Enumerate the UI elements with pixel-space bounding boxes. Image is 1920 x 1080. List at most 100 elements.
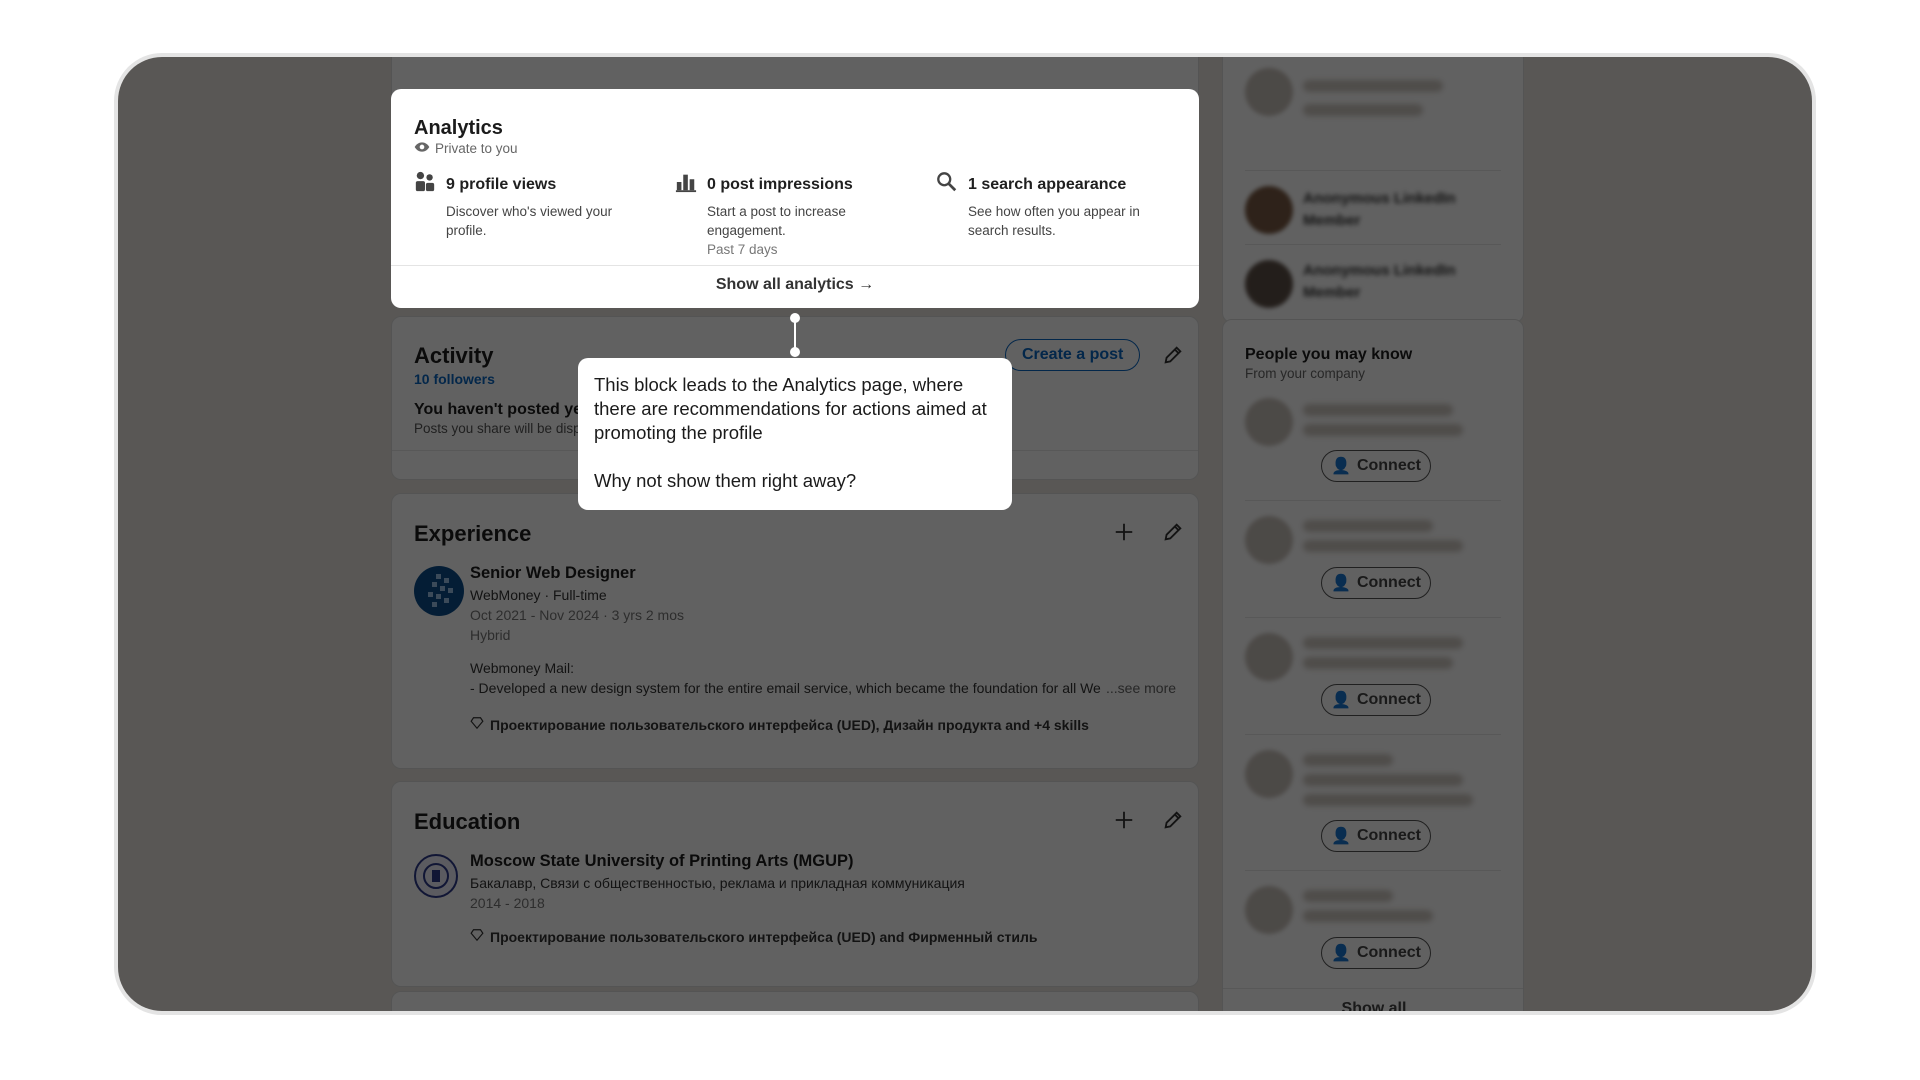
diamond-icon [470, 716, 484, 733]
screenshot-frame: Activity 10 followers Create a post You … [118, 57, 1812, 1011]
blurred-text [1303, 637, 1463, 649]
blurred-text [1303, 104, 1423, 116]
eye-icon [414, 141, 430, 156]
blurred-text [1303, 774, 1463, 786]
metric-meta: Past 7 days [707, 242, 778, 257]
experience-skills[interactable]: Проектирование пользовательского интерфе… [470, 716, 1089, 733]
edit-pencil-icon[interactable] [1157, 339, 1189, 371]
connect-button[interactable]: 👤 Connect [1321, 567, 1431, 599]
blurred-text [1303, 910, 1433, 922]
blurred-text [1303, 404, 1453, 416]
tooltip-connector [789, 312, 801, 358]
education-years: 2014 - 2018 [470, 895, 545, 911]
education-skills-text: Проектирование пользовательского интерфе… [490, 928, 1038, 945]
anon-member-name[interactable]: Anonymous LinkedIn Member [1303, 260, 1463, 304]
sidebar-divider [1245, 734, 1501, 735]
sidebar-divider [1223, 988, 1523, 989]
search-appearance-metric[interactable]: 1 search appearance See how often you ap… [936, 171, 1166, 240]
experience-desc-line: - Developed a new design system for the … [470, 680, 1101, 696]
add-person-icon: 👤 [1331, 692, 1351, 709]
webmoney-logo [414, 566, 464, 616]
education-card: Education Moscow State University of Pri… [391, 781, 1199, 987]
metric-desc: See how often you appear in search resul… [968, 204, 1140, 238]
experience-desc-title: Webmoney Mail: [470, 660, 575, 676]
blurred-text [1303, 754, 1393, 766]
anon-member-name[interactable]: Anonymous LinkedIn Member [1303, 188, 1463, 232]
blurred-text [1303, 540, 1463, 552]
blurred-text [1303, 657, 1453, 669]
sidebar-people-card: Anonymous LinkedIn Member Anonymous Link… [1222, 57, 1524, 323]
next-section-card [391, 991, 1199, 1011]
analytics-card: Analytics Private to you 9 profile views… [391, 89, 1199, 308]
experience-location: Hybrid [470, 627, 511, 643]
profile-views-metric[interactable]: 9 profile views Discover who's viewed yo… [414, 171, 644, 240]
activity-followers[interactable]: 10 followers [414, 371, 495, 387]
avatar [1245, 186, 1293, 234]
metric-title: 0 post impressions [707, 175, 853, 193]
experience-skills-text: Проектирование пользовательского интерфе… [490, 716, 1089, 733]
activity-title: Activity [414, 343, 494, 368]
university-logo [414, 854, 458, 898]
see-more-link[interactable]: ...see more [1106, 680, 1176, 696]
education-title: Education [414, 809, 521, 834]
avatar [1245, 260, 1293, 308]
diamond-icon [470, 928, 484, 945]
connect-label: Connect [1356, 691, 1421, 708]
add-person-icon: 👤 [1331, 828, 1351, 845]
connect-button[interactable]: 👤 Connect [1321, 450, 1431, 482]
connect-label: Connect [1356, 457, 1421, 474]
analytics-privacy: Private to you [414, 141, 518, 156]
connect-label: Connect [1356, 827, 1421, 844]
education-skills[interactable]: Проектирование пользовательского интерфе… [470, 928, 1037, 945]
education-degree: Бакалавр, Связи с общественностью, рекла… [470, 875, 965, 891]
avatar [1245, 398, 1293, 446]
education-school[interactable]: Moscow State University of Printing Arts… [470, 852, 854, 871]
avatar [1245, 886, 1293, 934]
edit-education-pencil-icon[interactable] [1157, 804, 1189, 836]
experience-role[interactable]: Senior Web Designer [470, 564, 636, 583]
tooltip-question: Why not show them right away? [594, 470, 857, 491]
blurred-text [1303, 794, 1473, 806]
add-person-icon: 👤 [1331, 575, 1351, 592]
sidebar-divider [1245, 870, 1501, 871]
metric-desc: Start a post to increase engagement. [707, 204, 846, 238]
analytics-divider [391, 265, 1199, 266]
connect-label: Connect [1356, 574, 1421, 591]
blurred-text [1303, 520, 1433, 532]
activity-empty-title: You haven't posted yet [414, 401, 588, 418]
avatar [1245, 68, 1293, 116]
experience-company: WebMoney · Full-time [470, 587, 607, 603]
people-icon [414, 171, 436, 198]
annotation-tooltip: This block leads to the Analytics page, … [578, 358, 1012, 510]
connect-button[interactable]: 👤 Connect [1321, 937, 1431, 969]
experience-card: Experience Senior Web Designer WebMoney … [391, 493, 1199, 769]
create-post-button[interactable]: Create a post [1005, 339, 1141, 371]
analytics-title: Analytics [414, 117, 503, 139]
experience-title: Experience [414, 521, 532, 546]
metric-title: 9 profile views [446, 175, 557, 193]
connect-label: Connect [1356, 944, 1421, 961]
sidebar-divider [1245, 244, 1501, 245]
connect-button[interactable]: 👤 Connect [1321, 820, 1431, 852]
edit-experience-pencil-icon[interactable] [1157, 516, 1189, 548]
add-experience-plus-icon[interactable] [1108, 516, 1140, 548]
add-education-plus-icon[interactable] [1108, 804, 1140, 836]
people-you-may-know-card: People you may know From your company 👤 C… [1222, 319, 1524, 1011]
pymk-subtitle: From your company [1245, 366, 1366, 381]
metric-title: 1 search appearance [968, 175, 1127, 193]
pymk-title: People you may know [1245, 346, 1413, 363]
avatar [1245, 516, 1293, 564]
sidebar-divider [1245, 500, 1501, 501]
bar-chart-icon [675, 171, 697, 198]
privacy-text: Private to you [435, 141, 518, 156]
add-person-icon: 👤 [1331, 458, 1351, 475]
connect-button[interactable]: 👤 Connect [1321, 684, 1431, 716]
blurred-text [1303, 890, 1393, 902]
add-person-icon: 👤 [1331, 945, 1351, 962]
post-impressions-metric[interactable]: 0 post impressions Start a post to incre… [675, 171, 905, 257]
tooltip-text: This block leads to the Analytics page, … [594, 374, 987, 443]
blurred-text [1303, 424, 1463, 436]
show-all-analytics-button[interactable]: Show all analytics → [391, 276, 1199, 294]
experience-dates: Oct 2021 - Nov 2024 · 3 yrs 2 mos [470, 607, 684, 623]
show-all-button[interactable]: Show all [1223, 1000, 1525, 1011]
